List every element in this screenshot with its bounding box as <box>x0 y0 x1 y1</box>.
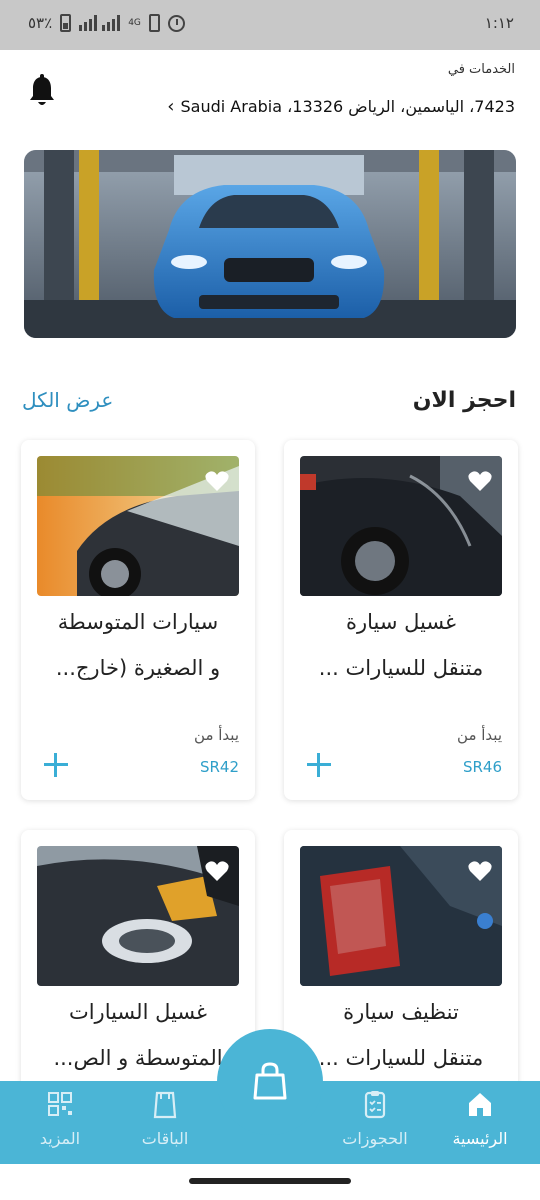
nav-home[interactable]: الرئيسية <box>430 1081 530 1164</box>
service-card[interactable]: سيارات المتوسطة و الصغيرة (خارج... يبدأ … <box>21 440 255 800</box>
status-bar: ٥٣٪ 4G ١:١٢ <box>0 0 540 50</box>
service-card[interactable]: تنظيف سيارة متنقل للسيارات ... <box>284 830 518 1090</box>
alarm-icon <box>167 14 185 32</box>
heart-icon[interactable] <box>468 470 492 492</box>
signal-icon <box>79 15 121 31</box>
nav-more[interactable]: المزيد <box>10 1081 110 1164</box>
heart-icon[interactable] <box>205 470 229 492</box>
bell-icon[interactable] <box>28 74 56 108</box>
price-from-label: يبدأ من <box>194 726 239 744</box>
chevron-left-icon: ‹ <box>167 96 175 117</box>
promo-banner[interactable] <box>24 150 516 338</box>
home-icon <box>469 1093 491 1116</box>
battery-percent: ٥٣٪ <box>28 14 53 32</box>
service-subtitle: و الصغيرة (خارج... <box>55 656 221 680</box>
phone-icon <box>148 14 160 32</box>
heart-icon[interactable] <box>205 860 229 882</box>
service-title: غسيل السيارات <box>68 1000 208 1024</box>
cart-button[interactable] <box>217 1029 323 1135</box>
heart-icon[interactable] <box>468 860 492 882</box>
service-card[interactable]: غسيل سيارة متنقل للسيارات ... يبدأ من SR… <box>284 440 518 800</box>
section-title: احجز الان <box>412 388 516 413</box>
service-title: سيارات المتوسطة <box>57 610 219 634</box>
nav-home-label: الرئيسية <box>452 1129 508 1148</box>
service-title: غسيل سيارة <box>345 610 457 634</box>
network-type: 4G <box>128 18 141 28</box>
see-all-link[interactable]: عرض الكل <box>22 388 113 412</box>
service-subtitle: المتوسطة و الص... <box>53 1046 223 1070</box>
service-price: SR46 <box>462 758 502 776</box>
bag-icon <box>153 1091 177 1119</box>
nav-packages-label: الباقات <box>141 1129 189 1148</box>
nav-packages[interactable]: الباقات <box>115 1081 215 1164</box>
grid-icon <box>48 1092 72 1116</box>
car-wash-banner-image <box>24 150 516 338</box>
nav-more-label: المزيد <box>39 1129 81 1148</box>
location-address: 7423، الياسمين، الرياض 13326، Saudi Arab… <box>180 97 516 116</box>
home-indicator[interactable] <box>189 1178 351 1184</box>
plus-icon[interactable] <box>306 752 332 778</box>
service-subtitle: متنقل للسيارات ... <box>318 656 484 680</box>
location-label: الخدمات في <box>447 62 515 77</box>
battery-icon <box>60 14 72 32</box>
location-selector[interactable]: ‹ 7423، الياسمين، الرياض 13326، Saudi Ar… <box>167 96 515 117</box>
plus-icon[interactable] <box>43 752 69 778</box>
service-card[interactable]: غسيل السيارات المتوسطة و الص... <box>21 830 255 1090</box>
service-subtitle: متنقل للسيارات ... <box>318 1046 484 1070</box>
price-from-label: يبدأ من <box>457 726 502 744</box>
clipboard-icon <box>364 1091 386 1119</box>
status-time: ١:١٢ <box>484 14 514 32</box>
service-title: تنظيف سيارة <box>343 1000 459 1024</box>
service-price: SR42 <box>199 758 239 776</box>
status-icons: ٥٣٪ 4G <box>28 14 185 32</box>
shopping-bag-icon <box>253 1062 287 1100</box>
nav-bookings-label: الحجوزات <box>342 1129 408 1148</box>
nav-bookings[interactable]: الحجوزات <box>325 1081 425 1164</box>
